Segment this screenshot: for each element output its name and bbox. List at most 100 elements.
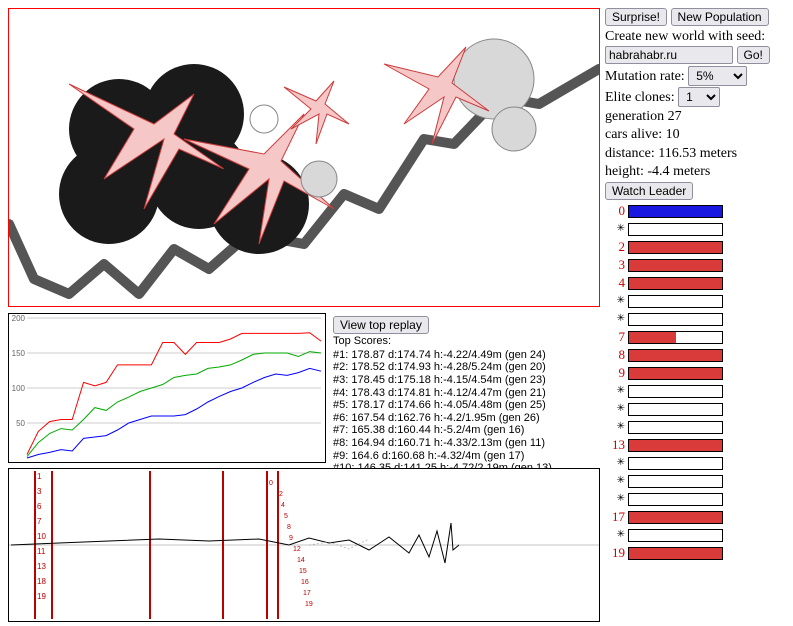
population-dead-icon: ✳ (605, 529, 625, 542)
svg-text:200: 200 (12, 314, 26, 323)
top-score-line: #3: 178.45 d:175.18 h:-4.15/4.54m (gen 2… (333, 374, 552, 387)
top-scores-header: Top Scores: (333, 335, 552, 348)
top-scores-list: #1: 178.87 d:174.74 h:-4.22/4.49m (gen 2… (333, 349, 552, 475)
population-health-bar (628, 295, 723, 308)
population-row: 19 (605, 544, 790, 562)
population-health-bar (628, 457, 723, 470)
population-dead-icon: ✳ (605, 313, 625, 326)
population-health-bar (628, 511, 723, 524)
svg-text:18: 18 (37, 577, 46, 586)
svg-text:3: 3 (37, 487, 42, 496)
surprise-button[interactable]: Surprise! (605, 8, 667, 26)
population-health-bar (628, 223, 723, 236)
population-health-bar (628, 277, 723, 290)
population-row: 4 (605, 274, 790, 292)
svg-text:19: 19 (305, 601, 313, 608)
svg-text:13: 13 (37, 562, 46, 571)
population-index: 7 (605, 329, 625, 345)
population-health-bar (628, 349, 723, 362)
svg-text:10: 10 (37, 532, 46, 541)
svg-text:16: 16 (301, 579, 309, 586)
population-index: 3 (605, 257, 625, 273)
population-row: 7 (605, 328, 790, 346)
population-row: ✳ (605, 292, 790, 310)
population-index: 17 (605, 509, 625, 525)
seed-input[interactable] (605, 46, 733, 64)
top-score-line: #4: 178.43 d:174.81 h:-4.12/4.47m (gen 2… (333, 387, 552, 400)
population-dead-icon: ✳ (605, 475, 625, 488)
svg-text:8: 8 (287, 524, 291, 531)
population-row: ✳ (605, 382, 790, 400)
go-button[interactable]: Go! (737, 46, 770, 64)
population-dead-icon: ✳ (605, 403, 625, 416)
population-health-bar (628, 367, 723, 380)
distance-value: 116.53 (658, 146, 696, 161)
svg-text:6: 6 (37, 502, 42, 511)
svg-text:17: 17 (303, 590, 311, 597)
population-row: 8 (605, 346, 790, 364)
population-index: 8 (605, 347, 625, 363)
svg-text:5: 5 (284, 513, 288, 520)
population-index: 2 (605, 239, 625, 255)
population-health-bar (628, 241, 723, 254)
population-index: 0 (605, 203, 625, 219)
population-row: 9 (605, 364, 790, 382)
population-health-bar (628, 439, 723, 452)
watch-leader-button[interactable]: Watch Leader (605, 182, 693, 200)
view-top-replay-button[interactable]: View top replay (333, 316, 429, 334)
elite-label: Elite clones: (605, 90, 675, 105)
population-index: 4 (605, 275, 625, 291)
population-health-bar (628, 493, 723, 506)
svg-text:14: 14 (297, 557, 305, 564)
svg-text:11: 11 (37, 547, 46, 556)
population-index: 9 (605, 365, 625, 381)
population-row: ✳ (605, 490, 790, 508)
svg-text:4: 4 (281, 502, 285, 509)
simulation-canvas (8, 8, 600, 307)
population-row: 3 (605, 256, 790, 274)
svg-text:1: 1 (37, 472, 42, 481)
svg-text:15: 15 (299, 568, 307, 575)
new-population-button[interactable]: New Population (671, 8, 769, 26)
svg-text:9: 9 (289, 535, 293, 542)
generation-value: 27 (668, 109, 682, 124)
population-health-bar (628, 475, 723, 488)
population-index: 13 (605, 437, 625, 453)
score-chart: 50100150200 (8, 313, 326, 463)
population-dead-icon: ✳ (605, 385, 625, 398)
population-index: 19 (605, 545, 625, 561)
population-dead-icon: ✳ (605, 223, 625, 236)
svg-text:12: 12 (293, 546, 301, 553)
population-row: ✳ (605, 400, 790, 418)
mutation-label: Mutation rate: (605, 69, 685, 84)
top-score-line: #2: 178.52 d:174.93 h:-4.28/5.24m (gen 2… (333, 361, 552, 374)
svg-text:50: 50 (16, 419, 25, 428)
top-score-line: #7: 165.38 d:160.44 h:-5.2/4m (gen 16) (333, 424, 552, 437)
population-row: 13 (605, 436, 790, 454)
top-score-line: #6: 167.54 d:162.76 h:-4.2/1.95m (gen 26… (333, 412, 552, 425)
population-health-bar (628, 529, 723, 542)
seed-prompt: Create new world with seed: (605, 28, 790, 46)
top-score-line: #8: 164.94 d:160.71 h:-4.33/2.13m (gen 1… (333, 437, 552, 450)
population-row: ✳ (605, 472, 790, 490)
population-row: ✳ (605, 418, 790, 436)
top-score-line: #1: 178.87 d:174.74 h:-4.22/4.49m (gen 2… (333, 349, 552, 362)
population-row: 17 (605, 508, 790, 526)
population-row: 2 (605, 238, 790, 256)
population-health-bar (628, 313, 723, 326)
population-row: ✳ (605, 526, 790, 544)
svg-text:0: 0 (269, 480, 273, 487)
population-health-bar (628, 403, 723, 416)
population-dead-icon: ✳ (605, 457, 625, 470)
control-panel: Surprise! New Population Create new worl… (605, 8, 790, 562)
mutation-select[interactable]: 0%1%2%5%10%20%50%100% (688, 66, 747, 86)
population-health-bar (628, 421, 723, 434)
population-dead-icon: ✳ (605, 295, 625, 308)
cars-alive-value: 10 (666, 127, 680, 142)
population-row: ✳ (605, 454, 790, 472)
elite-select[interactable]: 0123510 (678, 87, 720, 107)
population-health-bar (628, 331, 723, 344)
top-score-line: #5: 178.17 d:174.66 h:-4.05/4.48m (gen 2… (333, 399, 552, 412)
population-health-bar (628, 259, 723, 272)
population-dead-icon: ✳ (605, 493, 625, 506)
